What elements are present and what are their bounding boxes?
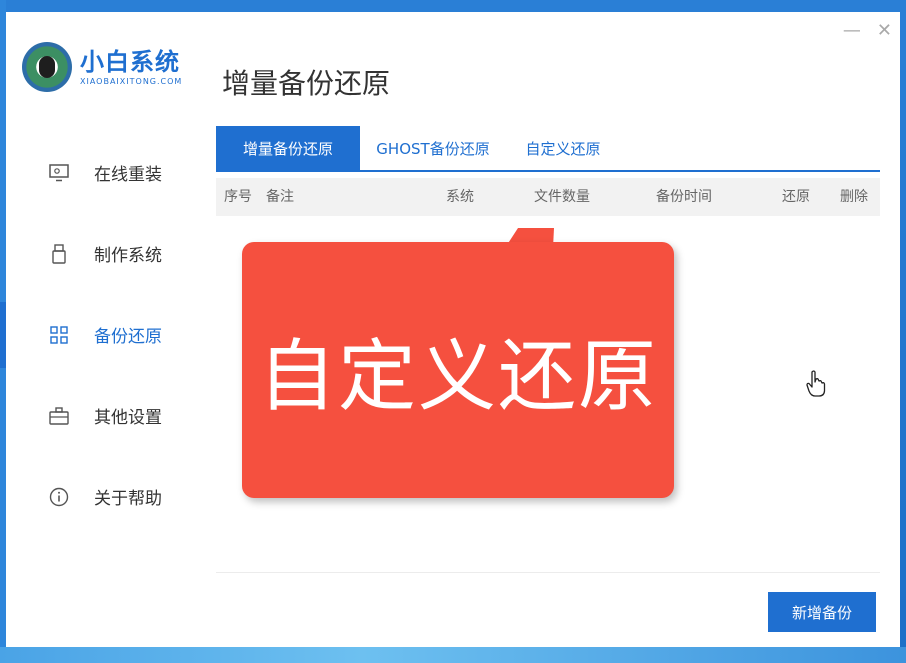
sidebar-item-backup-restore[interactable]: 备份还原 [0,294,206,375]
hand-cursor-icon [806,370,826,402]
divider [216,572,880,573]
column-header-restore: 还原 [782,189,810,205]
callout-text: 自定义还原 [257,332,658,422]
sidebar-item-label: 关于帮助 [94,489,162,509]
add-backup-button[interactable]: 新增备份 [768,592,876,632]
callout-box: 自定义还原 [242,242,674,498]
logo-icon [22,42,72,92]
tab-ghost-backup[interactable]: GHOST备份还原 [360,126,506,170]
column-header-note: 备注 [266,189,294,205]
logo-title: 小白系统 [80,47,180,76]
briefcase-icon [48,405,70,427]
sidebar-item-about-help[interactable]: 关于帮助 [6,456,206,537]
sidebar-item-label: 备份还原 [94,327,162,347]
grid-icon [48,324,70,346]
logo-text: 小白系统 XIAOBAIXITONG.COM [80,49,182,86]
info-icon [48,486,70,508]
callout-overlay: 自定义还原 [242,228,674,498]
page-title: 增量备份还原 [222,67,391,100]
logo-subtitle: XIAOBAIXITONG.COM [80,76,183,86]
sidebar-item-other-settings[interactable]: 其他设置 [6,375,206,456]
tab-incremental-backup[interactable]: 增量备份还原 [216,126,360,170]
app-window: — ✕ 小白系统 XIAOBAIXITONG.COM 在线重装 制作系统 备份还… [0,12,900,647]
sidebar-item-make-system[interactable]: 制作系统 [6,213,206,294]
column-header-index: 序号 [224,189,252,205]
minimize-button[interactable]: — [843,22,861,40]
sidebar-item-label: 其他设置 [94,408,162,428]
close-button[interactable]: ✕ [877,22,892,40]
column-header-delete: 删除 [840,189,868,205]
column-header-backup-time: 备份时间 [656,189,712,205]
tab-custom-restore[interactable]: 自定义还原 [506,126,620,170]
column-header-file-count: 文件数量 [534,189,590,205]
sidebar: 在线重装 制作系统 备份还原 其他设置 关于帮助 [0,132,206,537]
column-header-system: 系统 [446,189,474,205]
usb-icon [48,243,70,265]
sidebar-item-label: 在线重装 [94,165,162,185]
sidebar-item-label: 制作系统 [94,246,162,266]
app-logo: 小白系统 XIAOBAIXITONG.COM [22,42,182,92]
table-header: 序号 备注 系统 文件数量 备份时间 还原 删除 [216,178,880,216]
sidebar-item-online-reinstall[interactable]: 在线重装 [6,132,206,213]
tab-bar: 增量备份还原 GHOST备份还原 自定义还原 [216,126,880,172]
desktop-taskbar-strip [0,647,906,663]
window-controls: — ✕ [843,22,892,40]
monitor-icon [48,162,70,184]
